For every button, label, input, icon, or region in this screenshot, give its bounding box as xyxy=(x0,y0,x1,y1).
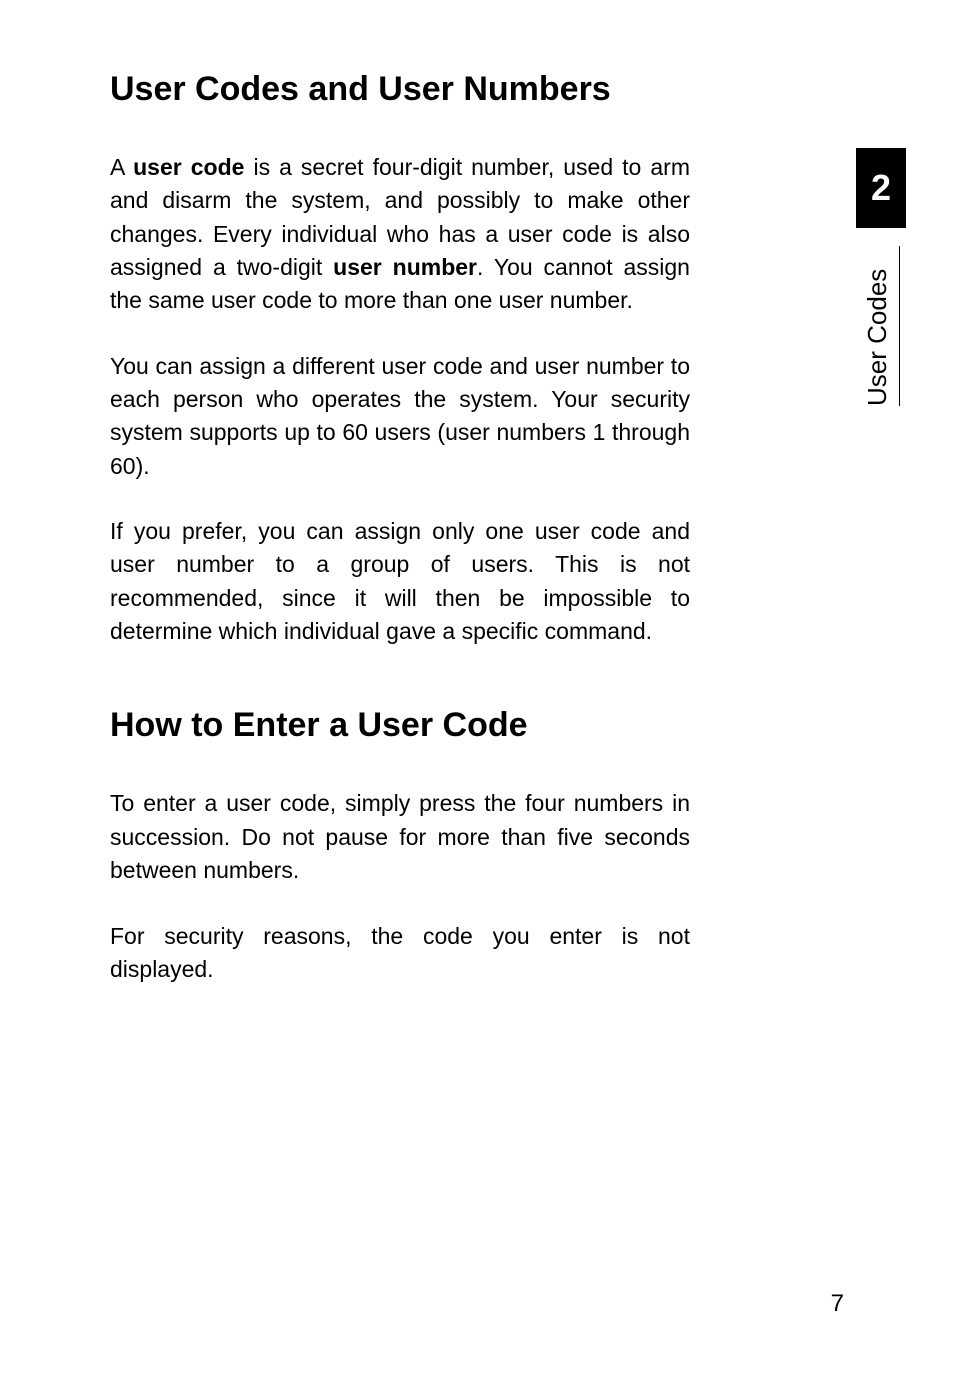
paragraph-2: You can assign a different user code and… xyxy=(110,350,690,483)
side-tab: 2 User Codes xyxy=(856,148,906,406)
main-content: User Codes and User Numbers A user code … xyxy=(0,0,800,986)
paragraph-4: To enter a user code, simply press the f… xyxy=(110,787,690,887)
page-number: 7 xyxy=(831,1290,844,1318)
paragraph-5: For security reasons, the code you enter… xyxy=(110,920,690,987)
paragraph-3: If you prefer, you can assign only one u… xyxy=(110,515,690,648)
paragraph-1: A user code is a secret four-digit numbe… xyxy=(110,151,690,318)
chapter-label: User Codes xyxy=(862,246,900,406)
para1-text-a: A xyxy=(110,154,133,180)
para1-bold-user-number: user number xyxy=(333,254,477,280)
heading-user-codes-numbers: User Codes and User Numbers xyxy=(110,70,690,109)
para1-bold-user-code: user code xyxy=(133,154,244,180)
chapter-number-badge: 2 xyxy=(856,148,906,228)
heading-how-to-enter: How to Enter a User Code xyxy=(110,706,690,745)
